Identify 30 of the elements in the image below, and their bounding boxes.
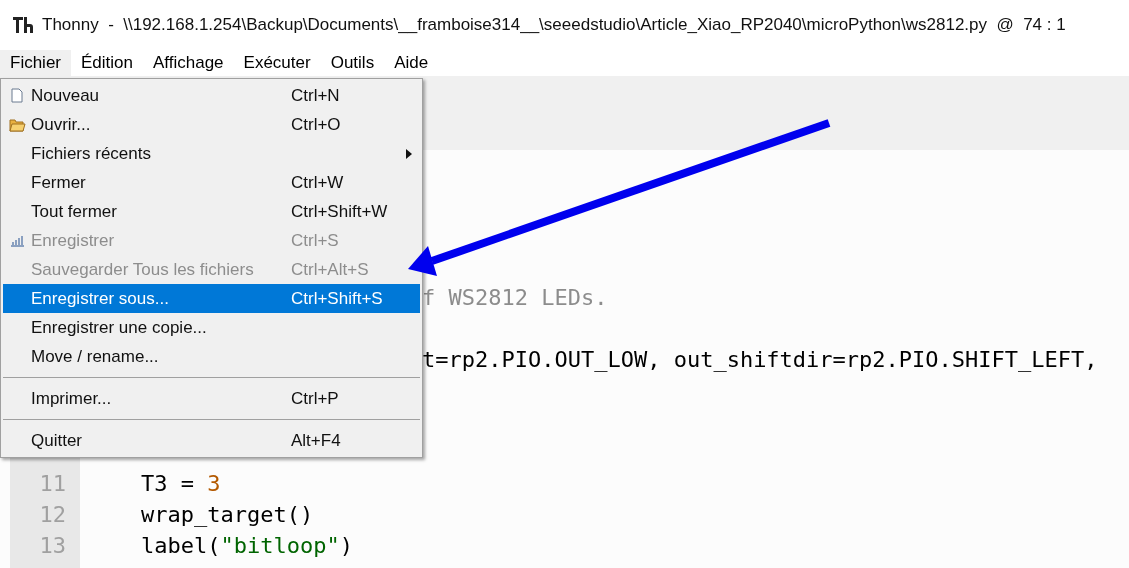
menu-bar-item[interactable]: Fichier [0,50,71,76]
menu-bar-item[interactable]: Affichage [143,50,234,76]
line-number: 13 [39,532,66,560]
line-number: 11 [39,470,66,498]
menu-item[interactable]: Imprimer... Ctrl+P [3,384,420,413]
code-line: f WS2812 LEDs. [422,285,608,310]
code-line: t=rp2.PIO.OUT_LOW, out_shiftdir=rp2.PIO.SHIFT_LEFT, [422,347,1098,372]
menu-bar-item[interactable]: Aide [384,50,439,76]
menu-item[interactable]: Quitter Alt+F4 [3,426,420,455]
menu-item[interactable]: Ouvrir... Ctrl+O [3,110,420,139]
menu-bar-item[interactable]: Exécuter [233,50,321,76]
chart-icon [9,234,25,247]
line-number: 12 [39,501,66,529]
folder-icon [8,117,26,132]
code-line: label("bitloop") [139,533,353,558]
code-line: T3 = 3 [139,471,221,496]
code-line: wrap_target() [139,502,314,527]
menu-item[interactable]: Move / rename... [3,342,420,371]
menu-item[interactable]: Fermer Ctrl+W [3,168,420,197]
menu-bar-item[interactable]: Outils [320,50,385,76]
submenu-arrow-icon [406,148,412,159]
menu-item[interactable]: Nouveau Ctrl+N [3,81,420,110]
menu-item[interactable]: Fichiers récents [3,139,420,168]
menu-item[interactable]: Enregistrer une copie... [3,313,420,342]
menu-bar-item[interactable]: Édition [71,50,143,76]
menu-item[interactable]: Enregistrer sous... Ctrl+Shift+S [3,284,420,313]
page-icon [11,88,23,103]
window-title: Thonny - \\192.168.1.254\Backup\Documents\__framboise314__\seeedstudio\Article_Xiao_RP2040\microPython\ws2812.py @ 74 : 1 [42,14,1066,37]
app-logo-icon [12,15,34,35]
menu-item[interactable]: Tout fermer Ctrl+Shift+W [3,197,420,226]
